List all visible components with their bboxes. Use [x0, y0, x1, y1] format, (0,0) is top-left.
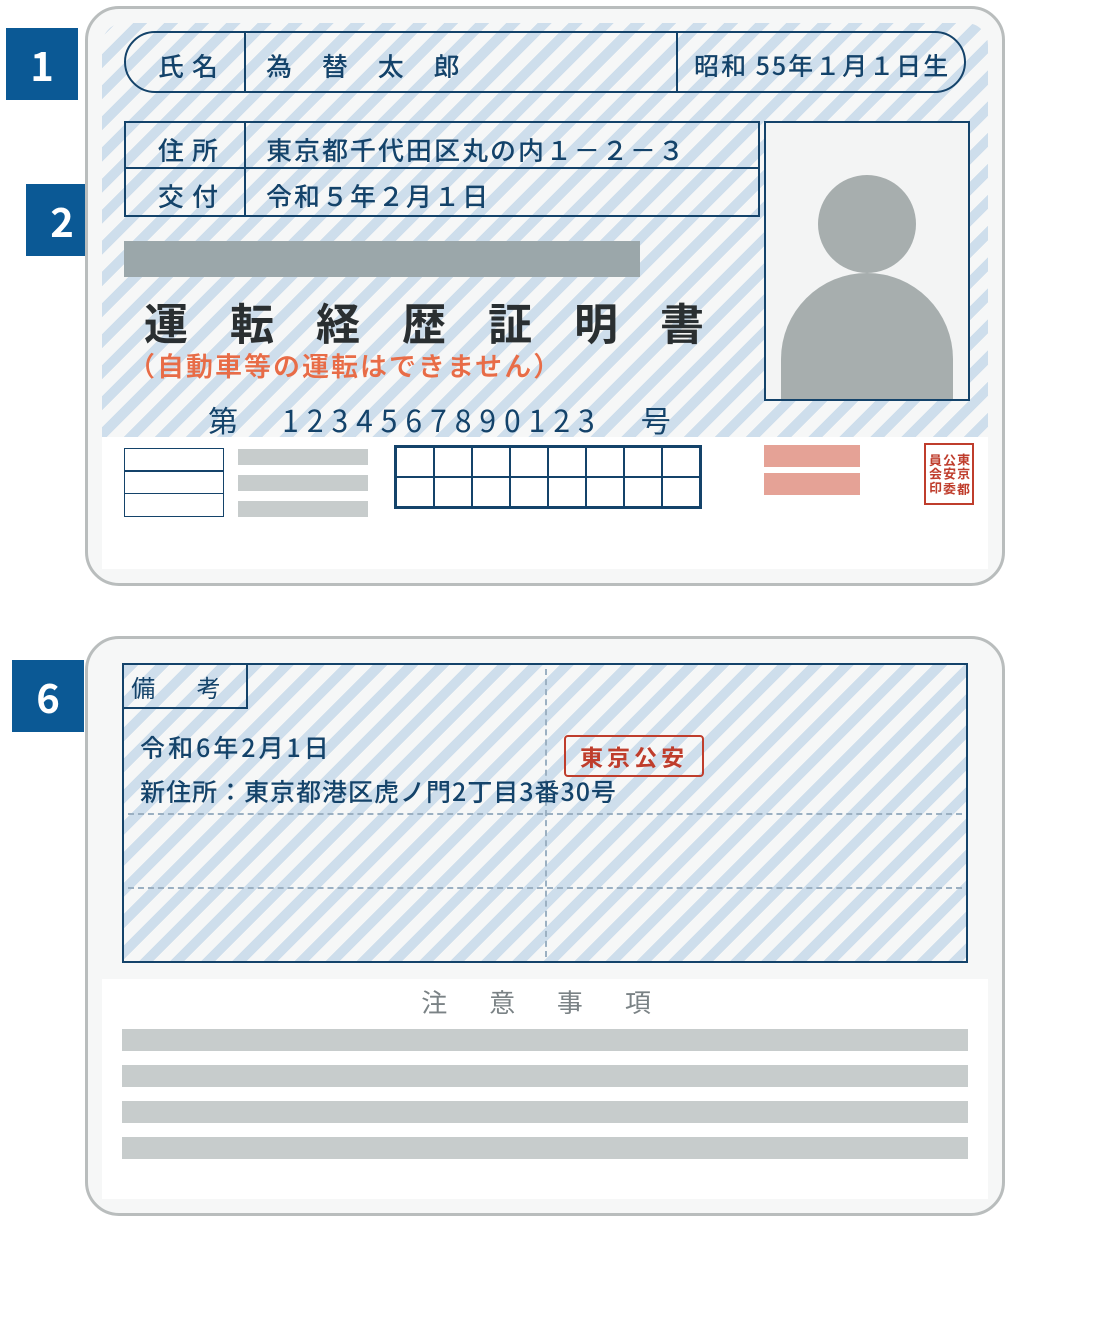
issue-row: 交付 令和５年２月１日	[124, 169, 760, 217]
document-title: 運 転 経 歴 証 明 書	[144, 289, 720, 353]
avatar-head-icon	[818, 175, 916, 273]
certificate-number: 第 1234567890123 号	[208, 397, 677, 441]
notice-lines	[122, 1029, 968, 1173]
address-label: 住所	[158, 131, 226, 168]
grey-bars	[238, 449, 368, 527]
photo-placeholder	[764, 121, 970, 401]
issuer-stamp: 東京都公安委員会印	[924, 443, 974, 505]
document-subtitle: （自動車等の運転はできません）	[128, 345, 562, 384]
driving-history-card-front: 氏名 為 替 太 郎 昭和 55年１月１日生 住所 東京都千代田区丸の内１－２－…	[85, 6, 1005, 586]
remarks-label: 備 考	[124, 665, 248, 709]
driving-history-card-back: 備 考 令和6年2月1日 新住所：東京都港区虎ノ門2丁目3番30号 東京公安 注…	[85, 636, 1005, 1216]
name-value: 為 替 太 郎	[266, 47, 472, 84]
issue-value: 令和５年２月１日	[266, 177, 490, 214]
remarks-frame: 備 考 令和6年2月1日 新住所：東京都港区虎ノ門2丁目3番30号 東京公安	[122, 663, 968, 963]
category-bars	[764, 445, 860, 501]
number-prefix: 第	[208, 397, 244, 441]
number-suffix: 号	[641, 397, 677, 441]
remark-date: 令和6年2月1日	[140, 729, 332, 765]
address-value: 東京都千代田区丸の内１－２－３	[266, 131, 686, 168]
title-bar	[124, 241, 640, 277]
dob-value: 昭和 55年１月１日生	[694, 47, 950, 83]
category-grid	[394, 445, 702, 509]
name-row: 氏名 為 替 太 郎 昭和 55年１月１日生	[124, 31, 966, 93]
remark-address: 新住所：東京都港区虎ノ門2丁目3番30号	[140, 773, 617, 809]
avatar-body-icon	[781, 273, 953, 401]
notice-title: 注 意 事 項	[88, 983, 1002, 1020]
small-table	[124, 449, 224, 517]
callout-6: 6	[12, 660, 84, 732]
name-label: 氏名	[158, 47, 226, 84]
issue-label: 交付	[158, 177, 226, 214]
address-row: 住所 東京都千代田区丸の内１－２－３	[124, 121, 760, 169]
callout-1: 1	[6, 28, 78, 100]
authority-stamp: 東京公安	[564, 735, 704, 777]
number-value: 1234567890123	[282, 397, 602, 441]
